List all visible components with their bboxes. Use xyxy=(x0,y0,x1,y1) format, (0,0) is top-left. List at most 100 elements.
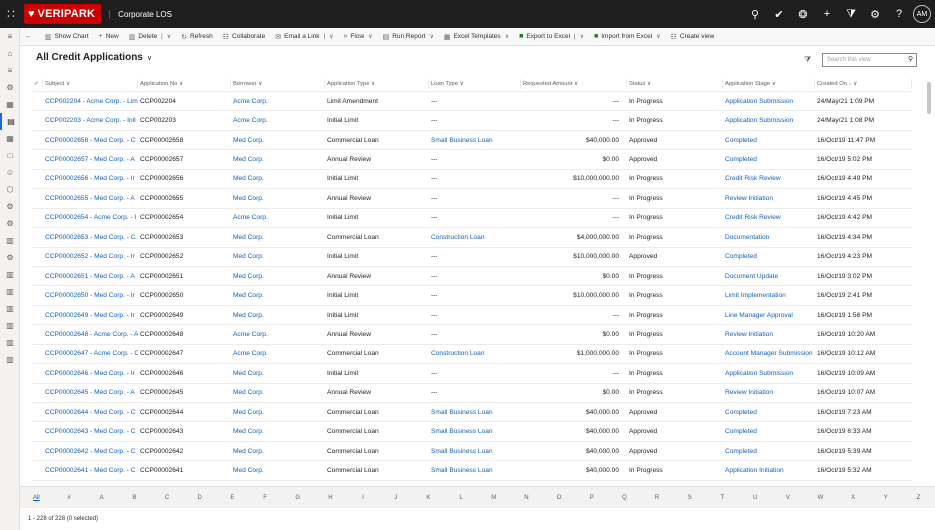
alpha-filter-a[interactable]: A xyxy=(85,495,118,501)
plus-icon[interactable]: + xyxy=(815,0,839,28)
cell-subject[interactable]: CCP00002641 - Med Corp. - C xyxy=(43,467,138,474)
help-icon[interactable]: ? xyxy=(887,0,911,28)
table-row[interactable]: CCP00002643 - Med Corp. - C CCP00002643 Me… xyxy=(32,422,912,442)
alpha-filter-m[interactable]: M xyxy=(477,495,510,501)
new-button[interactable]: + New xyxy=(94,28,124,46)
cell-application-stage[interactable]: Completed xyxy=(723,428,815,435)
alpha-filter-z[interactable]: Z xyxy=(902,495,935,501)
cell-loan-type[interactable]: Small Business Loan xyxy=(429,467,521,474)
export-excel-button[interactable]: ■ Export to Excel | ∨ xyxy=(514,28,589,46)
search-input[interactable]: Search this view ⚲ xyxy=(822,53,917,67)
cell-borrower[interactable]: Med Corp. xyxy=(231,292,325,299)
grid-icon[interactable]: ▦ xyxy=(0,130,20,147)
cell-subject[interactable]: CCP00002656 - Med Corp. - Ir xyxy=(43,175,138,182)
cell-application-stage[interactable]: Application Submission xyxy=(723,370,815,377)
cell-application-stage[interactable]: Application Submission xyxy=(723,98,815,105)
cell-application-stage[interactable]: Line Manager Approval xyxy=(723,312,815,319)
column-header-borrower[interactable]: Borrower ∨ xyxy=(231,78,325,89)
search-icon[interactable]: ⚲ xyxy=(908,55,913,63)
cell-loan-type[interactable]: Small Business Loan xyxy=(429,428,521,435)
alpha-filter-r[interactable]: R xyxy=(641,495,674,501)
table-row[interactable]: CCP00002651 - Med Corp. - A CCP00002651 Me… xyxy=(32,267,912,287)
cell-subject[interactable]: CCP00002658 - Med Corp. - C xyxy=(43,137,138,144)
alpha-filter-x[interactable]: X xyxy=(837,495,870,501)
chevron-down-icon[interactable]: ∨ xyxy=(580,33,584,40)
alpha-filter-v[interactable]: V xyxy=(771,495,804,501)
cell-subject[interactable]: CCP00002653 - Med Corp. - C xyxy=(43,234,138,241)
refresh-button[interactable]: ↻ Refresh xyxy=(176,28,218,46)
cell-subject[interactable]: CCP00002642 - Med Corp. - C xyxy=(43,448,138,455)
cell-borrower[interactable]: Med Corp. xyxy=(231,467,325,474)
recent-icon[interactable]: ≡ xyxy=(0,62,20,79)
cell-application-stage[interactable]: Review Initiation xyxy=(723,195,815,202)
alpha-filter-p[interactable]: P xyxy=(575,495,608,501)
cell-borrower[interactable]: Med Corp. xyxy=(231,195,325,202)
settings-icon[interactable]: ⚙ xyxy=(0,198,20,215)
cell-borrower[interactable]: Med Corp. xyxy=(231,137,325,144)
trash-icon[interactable]: ▥ xyxy=(0,300,20,317)
excel-templates-button[interactable]: ▦ Excel Templates ∨ xyxy=(439,28,514,46)
credit-applications-icon[interactable]: ▤ xyxy=(0,113,20,130)
cell-borrower[interactable]: Med Corp. xyxy=(231,409,325,416)
cell-borrower[interactable]: Med Corp. xyxy=(231,273,325,280)
cell-borrower[interactable]: Acme Corp. xyxy=(231,350,325,357)
cell-loan-type[interactable]: Small Business Loan xyxy=(429,137,521,144)
cell-application-stage[interactable]: Completed xyxy=(723,448,815,455)
select-all-checkbox[interactable]: ✓ xyxy=(32,78,43,89)
package-icon[interactable]: ⬡ xyxy=(0,181,20,198)
alpha-filter-s[interactable]: S xyxy=(673,495,706,501)
chevron-down-icon[interactable]: ∨ xyxy=(167,33,171,40)
email-link-button[interactable]: ✉ Email a Link | ∨ xyxy=(270,28,338,46)
avatar[interactable]: AM xyxy=(913,5,931,23)
home-icon[interactable]: ⌂ xyxy=(0,45,20,62)
cell-subject[interactable]: CCP00002643 - Med Corp. - C xyxy=(43,428,138,435)
alpha-filter-w[interactable]: W xyxy=(804,495,837,501)
table-row[interactable]: CCP002203 - Acme Corp. - Init CCP002203 Ac… xyxy=(32,111,912,131)
cell-subject[interactable]: CCP00002652 - Med Corp. - Ir xyxy=(43,253,138,260)
cell-borrower[interactable]: Acme Corp. xyxy=(231,214,325,221)
cell-borrower[interactable]: Acme Corp. xyxy=(231,98,325,105)
cell-subject[interactable]: CCP00002655 - Med Corp. - A xyxy=(43,195,138,202)
cell-subject[interactable]: CCP00002644 - Med Corp. - C xyxy=(43,409,138,416)
alpha-filter-c[interactable]: C xyxy=(151,495,184,501)
trash-icon[interactable]: ▥ xyxy=(0,351,20,368)
column-header-status[interactable]: Status ∨ xyxy=(627,78,723,89)
alpha-filter-y[interactable]: Y xyxy=(869,495,902,501)
flow-button[interactable]: » Flow ∨ xyxy=(339,28,378,46)
person-icon[interactable]: ☺ xyxy=(0,164,20,181)
trash-icon[interactable]: ▥ xyxy=(0,266,20,283)
trash-icon[interactable]: ▥ xyxy=(0,334,20,351)
cell-subject[interactable]: CCP00002651 - Med Corp. - A xyxy=(43,273,138,280)
trash-icon[interactable]: ▥ xyxy=(0,232,20,249)
app-launcher-icon[interactable]: ∷ xyxy=(0,0,22,28)
cell-loan-type[interactable]: Construction Loan xyxy=(429,350,521,357)
cell-application-stage[interactable]: Limit Implementation xyxy=(723,292,815,299)
column-header-loan-type[interactable]: Loan Type ∨ xyxy=(429,78,521,89)
cell-application-stage[interactable]: Completed xyxy=(723,253,815,260)
settings-icon[interactable]: ⚙ xyxy=(0,249,20,266)
column-header-subject[interactable]: Subject ∨ xyxy=(43,78,138,89)
table-row[interactable]: CCP00002642 - Med Corp. - C CCP00002642 Me… xyxy=(32,442,912,462)
table-row[interactable]: CCP002204 - Acme Corp. - Lim CCP002204 Acm… xyxy=(32,92,912,112)
cell-subject[interactable]: CCP00002654 - Acme Corp. - I xyxy=(43,214,138,221)
alpha-filter-b[interactable]: B xyxy=(118,495,151,501)
column-header-created-on[interactable]: Created On ↓ ∨ xyxy=(815,78,912,89)
alpha-filter-j[interactable]: J xyxy=(379,495,412,501)
alpha-filter-q[interactable]: Q xyxy=(608,495,641,501)
cell-subject[interactable]: CCP00002657 - Med Corp. - A xyxy=(43,156,138,163)
cell-application-stage[interactable]: Application Initiation xyxy=(723,467,815,474)
table-row[interactable]: CCP00002649 - Med Corp. - Ir CCP00002649 M… xyxy=(32,306,912,326)
cell-loan-type[interactable]: Small Business Loan xyxy=(429,448,521,455)
cell-application-stage[interactable]: Documentation xyxy=(723,234,815,241)
cell-application-stage[interactable]: Completed xyxy=(723,409,815,416)
cell-borrower[interactable]: Med Corp. xyxy=(231,156,325,163)
table-row[interactable]: CCP00002644 - Med Corp. - C CCP00002644 Me… xyxy=(32,403,912,423)
cell-borrower[interactable]: Med Corp. xyxy=(231,175,325,182)
cell-application-stage[interactable]: Document Update xyxy=(723,273,815,280)
alpha-filter-e[interactable]: E xyxy=(216,495,249,501)
search-icon[interactable]: ⚲ xyxy=(743,0,767,28)
show-chart-button[interactable]: ▥ Show Chart xyxy=(40,28,94,46)
cell-application-stage[interactable]: Review Initiation xyxy=(723,389,815,396)
chevron-down-icon[interactable]: ∨ xyxy=(329,33,333,40)
table-row[interactable]: CCP00002655 - Med Corp. - A CCP00002655 Me… xyxy=(32,189,912,209)
